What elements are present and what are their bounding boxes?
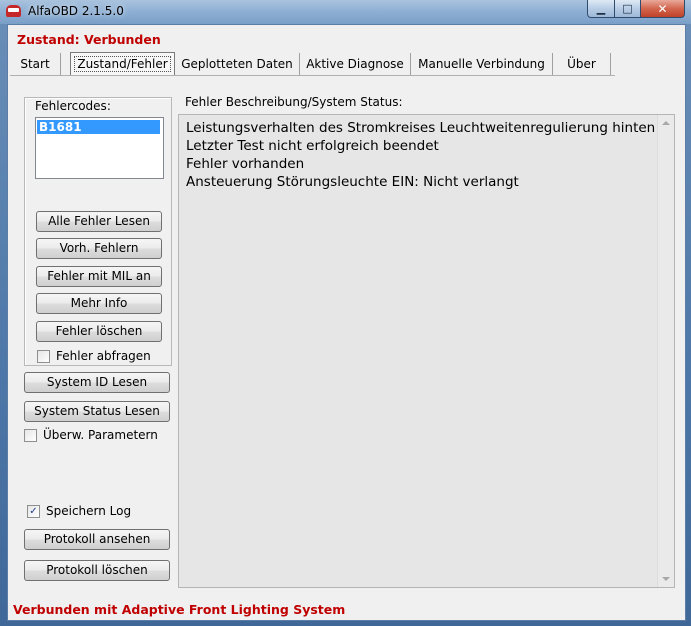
scroll-down-icon[interactable] xyxy=(662,577,670,581)
tab-manuelle-verbindung[interactable]: Manuelle Verbindung xyxy=(411,53,553,75)
description-line: Leistungsverhalten des Stromkreises Leuc… xyxy=(186,120,656,136)
description-text: Leistungsverhalten des Stromkreises Leuc… xyxy=(186,119,656,191)
read-all-faults-button[interactable]: Alle Fehler Lesen xyxy=(36,211,162,232)
tab-divider xyxy=(10,75,615,76)
close-button[interactable]: ✕ xyxy=(641,0,685,18)
checkbox-box[interactable] xyxy=(37,349,50,363)
list-item[interactable]: B1681 xyxy=(37,120,160,134)
status-bar-text: Verbunden mit Adaptive Front Lighting Sy… xyxy=(13,602,346,617)
main-window: Zustand: Verbunden Start Zustand/Fehler … xyxy=(7,24,686,621)
window-title: AlfaOBD 2.1.5.0 xyxy=(28,4,124,18)
more-info-button[interactable]: Mehr Info xyxy=(36,293,162,314)
poll-faults-checkbox[interactable]: Fehler abfragen xyxy=(37,349,151,363)
tab-geplotteten-daten[interactable]: Geplotteten Daten xyxy=(175,53,300,75)
save-log-checkbox[interactable]: ✓ Speichern Log xyxy=(27,504,131,518)
maximize-button[interactable]: □ xyxy=(615,0,641,18)
description-line: Ansteuerung Störungsleuchte EIN: Nicht v… xyxy=(186,174,519,190)
scroll-up-icon[interactable] xyxy=(662,121,670,125)
minimize-button[interactable]: ▁ xyxy=(587,0,615,18)
previous-faults-button[interactable]: Vorh. Fehlern xyxy=(36,238,162,259)
title-bar[interactable]: AlfaOBD 2.1.5.0 ▁ □ ✕ xyxy=(0,0,691,24)
description-label: Fehler Beschreibung/System Status: xyxy=(185,95,403,109)
tab-start[interactable]: Start xyxy=(10,53,61,75)
fault-codes-label: Fehlercodes: xyxy=(35,99,111,113)
delete-log-button[interactable]: Protokoll löschen xyxy=(24,560,170,581)
read-system-status-button[interactable]: System Status Lesen xyxy=(24,401,170,422)
tab-ueber[interactable]: Über xyxy=(553,53,611,75)
tab-bar: Start Zustand/Fehler Geplotteten Daten A… xyxy=(10,51,615,76)
faults-with-mil-button[interactable]: Fehler mit MIL an xyxy=(36,266,162,287)
checkbox-box[interactable] xyxy=(24,428,37,442)
description-line: Letzter Test nicht erfolgreich beendet xyxy=(186,138,439,154)
description-line: Fehler vorhanden xyxy=(186,156,305,172)
window-controls: ▁ □ ✕ xyxy=(587,0,685,18)
tab-zustand-fehler[interactable]: Zustand/Fehler xyxy=(70,52,175,75)
monitor-parameters-checkbox[interactable]: Überw. Parametern xyxy=(24,428,158,442)
car-icon xyxy=(6,5,21,17)
description-textbox[interactable]: Leistungsverhalten des Stromkreises Leuc… xyxy=(178,114,675,588)
delete-faults-button[interactable]: Fehler löschen xyxy=(36,321,162,342)
minimize-icon: ▁ xyxy=(596,2,606,15)
view-log-button[interactable]: Protokoll ansehen xyxy=(24,529,170,550)
checkmark-icon[interactable]: ✓ xyxy=(27,504,40,518)
save-log-label: Speichern Log xyxy=(46,504,132,518)
maximize-icon: □ xyxy=(622,2,633,15)
poll-faults-label: Fehler abfragen xyxy=(56,349,151,363)
tab-aktive-diagnose[interactable]: Aktive Diagnose xyxy=(300,53,411,75)
connection-status: Zustand: Verbunden xyxy=(17,32,161,47)
vertical-scrollbar[interactable] xyxy=(657,115,674,587)
fault-codes-list[interactable]: B1681 xyxy=(35,117,164,179)
monitor-parameters-label: Überw. Parametern xyxy=(43,428,158,442)
read-system-id-button[interactable]: System ID Lesen xyxy=(24,372,170,393)
close-icon: ✕ xyxy=(657,1,668,16)
